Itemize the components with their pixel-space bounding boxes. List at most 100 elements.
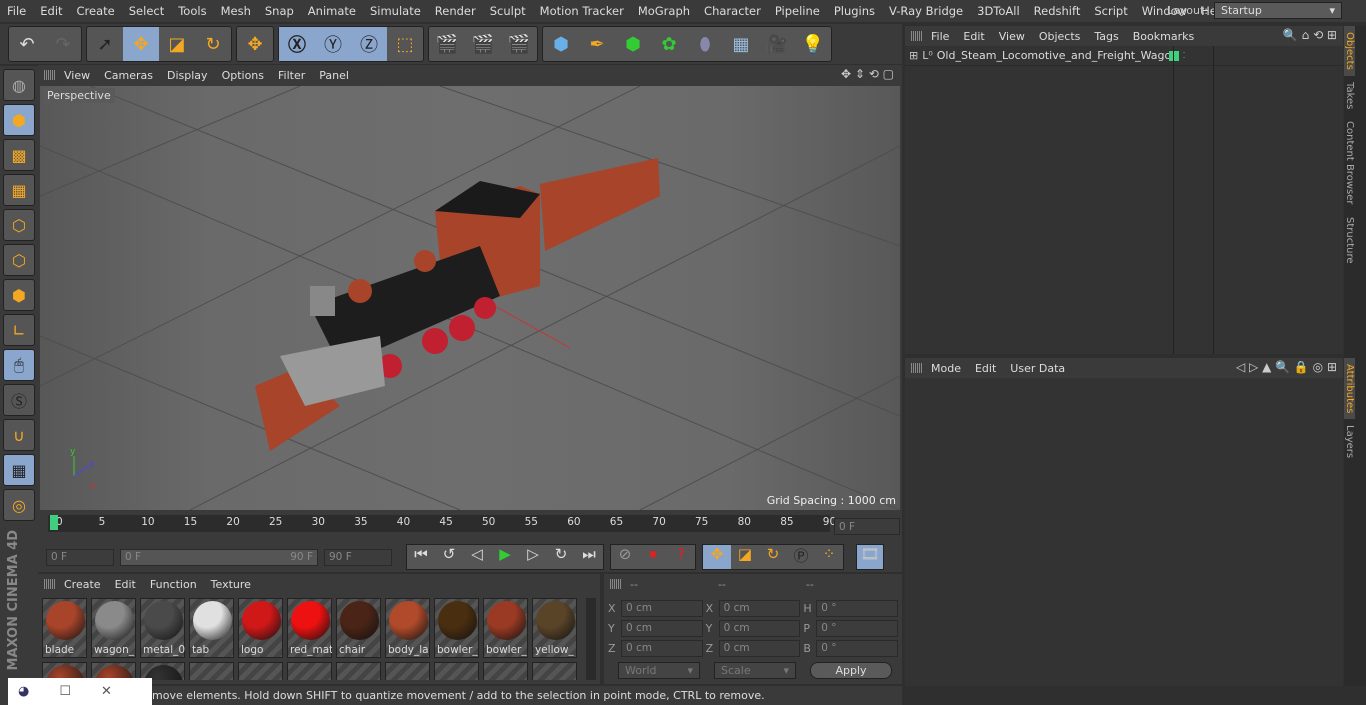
menu-redshift[interactable]: Redshift: [1027, 4, 1088, 18]
workplane-icon[interactable]: ▦: [3, 174, 35, 206]
menu-render[interactable]: Render: [428, 4, 483, 18]
menu-tags[interactable]: Tags: [1094, 30, 1118, 43]
material-swatch[interactable]: body_la: [385, 598, 430, 658]
menu-filter[interactable]: Filter: [278, 69, 305, 82]
material-scrollbar[interactable]: [586, 598, 596, 680]
key-scale-icon[interactable]: ◪: [731, 545, 759, 569]
model-mode-icon[interactable]: ⬢: [3, 104, 35, 136]
menu-pipeline[interactable]: Pipeline: [768, 4, 827, 18]
menu-panel[interactable]: Panel: [319, 69, 349, 82]
cube-icon[interactable]: ⬢: [543, 27, 579, 61]
menu-objects[interactable]: Objects: [1039, 30, 1081, 43]
menu-edit[interactable]: Edit: [963, 30, 984, 43]
material-swatch-empty[interactable]: [532, 662, 577, 680]
light-icon[interactable]: 💡: [795, 27, 831, 61]
maximize-icon[interactable]: ☐: [59, 684, 71, 699]
menu-mograph[interactable]: MoGraph: [631, 4, 697, 18]
camera-icon[interactable]: 🎥: [759, 27, 795, 61]
menu-function[interactable]: Function: [150, 578, 197, 591]
menu-cameras[interactable]: Cameras: [104, 69, 153, 82]
timeline-window-icon[interactable]: 🎞: [856, 544, 884, 570]
render-picture-viewer-icon[interactable]: 🎬: [465, 27, 501, 61]
edges-mode-icon[interactable]: ⬡: [3, 244, 35, 276]
coord-c-field[interactable]: 0 °: [816, 599, 898, 617]
layout-selector[interactable]: Layout: Startup ▾: [1167, 2, 1342, 19]
menu-edit[interactable]: Edit: [975, 362, 996, 375]
move-icon[interactable]: ✥: [123, 27, 159, 61]
menu-plugins[interactable]: Plugins: [827, 4, 882, 18]
snap-icon[interactable]: Ⓢ: [3, 384, 35, 416]
right-tab-objects[interactable]: Objects: [1344, 26, 1355, 76]
menu-snap[interactable]: Snap: [258, 4, 301, 18]
render-view-icon[interactable]: 🎬: [429, 27, 465, 61]
coord-c-field[interactable]: 0 °: [816, 639, 898, 657]
material-swatch[interactable]: logo: [238, 598, 283, 658]
playhead[interactable]: [50, 515, 58, 530]
material-swatch-empty[interactable]: [238, 662, 283, 680]
coord-a-field[interactable]: 0 cm: [620, 599, 703, 617]
z-axis-icon[interactable]: Ⓩ: [351, 27, 387, 61]
start-frame-field[interactable]: 0 F: [46, 548, 114, 566]
coord-a-field[interactable]: 0 cm: [620, 619, 703, 637]
scale-icon[interactable]: ◪: [159, 27, 195, 61]
visibility-dots[interactable]: ⁚: [1183, 51, 1186, 60]
menu-character[interactable]: Character: [697, 4, 768, 18]
menu-3dtoall[interactable]: 3DToAll: [970, 4, 1027, 18]
x-axis-icon[interactable]: Ⓧ: [279, 27, 315, 61]
key-rotation-icon[interactable]: ↻: [759, 545, 787, 569]
axis-icon[interactable]: ∟: [3, 314, 35, 346]
attribute-manager-icons[interactable]: ◁ ▷ ▲ 🔍 🔒 ◎ ⊞: [1236, 360, 1337, 374]
menu-create[interactable]: Create: [64, 578, 101, 591]
go-to-end-icon[interactable]: ⏭: [575, 545, 603, 569]
render-settings-icon[interactable]: 🎬: [501, 27, 537, 61]
menu-tools[interactable]: Tools: [171, 4, 213, 18]
make-editable-icon[interactable]: ◍: [3, 69, 35, 101]
key-position-icon[interactable]: ✥: [703, 545, 731, 569]
deformer-icon[interactable]: ⬮: [687, 27, 723, 61]
viewport-canvas[interactable]: y z x Perspective Grid Spacing : 1000 cm: [40, 86, 900, 510]
tweak-mouse-icon[interactable]: 🖱: [3, 349, 35, 381]
autokey-icon[interactable]: ⏺: [639, 545, 667, 569]
motion-record-icon[interactable]: ⊘: [611, 545, 639, 569]
material-swatch-empty[interactable]: [385, 662, 430, 680]
timeline[interactable]: 0 5 10 15 20 25 30 35 40 45 50 55 60 65 70 75 80 85 90 0 F: [38, 512, 902, 542]
material-swatch[interactable]: bowler_: [483, 598, 528, 658]
menu-edit[interactable]: Edit: [33, 4, 69, 18]
menu-v-ray-bridge[interactable]: V-Ray Bridge: [882, 4, 970, 18]
menu-texture[interactable]: Texture: [211, 578, 251, 591]
menu-user-data[interactable]: User Data: [1010, 362, 1065, 375]
close-icon[interactable]: ✕: [101, 684, 112, 699]
select-arrow-icon[interactable]: ➚: [87, 27, 123, 61]
undo-icon[interactable]: ↶: [9, 27, 45, 61]
material-swatch[interactable]: bowler_: [434, 598, 479, 658]
menu-display[interactable]: Display: [167, 69, 208, 82]
menu-file[interactable]: File: [0, 4, 33, 18]
next-key-icon[interactable]: ↻: [547, 545, 575, 569]
object-row[interactable]: ⊞ L⁰ Old_Steam_Locomotive_and_Freight_Wag…: [905, 46, 1343, 66]
apply-button[interactable]: Apply: [810, 662, 892, 679]
play-icon[interactable]: ▶: [491, 545, 519, 569]
pen-icon[interactable]: ✒: [579, 27, 615, 61]
key-parameter-icon[interactable]: Ⓟ: [787, 545, 815, 569]
transform-icon[interactable]: ✥: [237, 27, 273, 61]
material-swatch[interactable]: chair: [336, 598, 381, 658]
menu-create[interactable]: Create: [70, 4, 122, 18]
y-axis-icon[interactable]: Ⓨ: [315, 27, 351, 61]
cinema4d-app-icon[interactable]: ◕: [18, 684, 29, 699]
object-name[interactable]: Old_Steam_Locomotive_and_Freight_Wagon: [937, 49, 1178, 62]
right-tab-takes[interactable]: Takes: [1344, 76, 1355, 115]
expand-icon[interactable]: ⊞: [909, 49, 918, 62]
material-swatch[interactable]: blade: [42, 598, 87, 658]
menu-file[interactable]: File: [931, 30, 949, 43]
menu-options[interactable]: Options: [222, 69, 264, 82]
magnet-icon[interactable]: ∪: [3, 419, 35, 451]
subdivision-icon[interactable]: ⬢: [615, 27, 651, 61]
material-swatch[interactable]: yellow_: [532, 598, 577, 658]
end-frame-field[interactable]: 90 F: [324, 548, 392, 566]
right-tab-attributes[interactable]: Attributes: [1344, 358, 1355, 420]
coordinate-system-icon[interactable]: ⬚: [387, 27, 423, 61]
menu-bookmarks[interactable]: Bookmarks: [1133, 30, 1194, 43]
texture-mode-icon[interactable]: ▩: [3, 139, 35, 171]
material-swatch[interactable]: tab: [189, 598, 234, 658]
menu-view[interactable]: View: [999, 30, 1025, 43]
